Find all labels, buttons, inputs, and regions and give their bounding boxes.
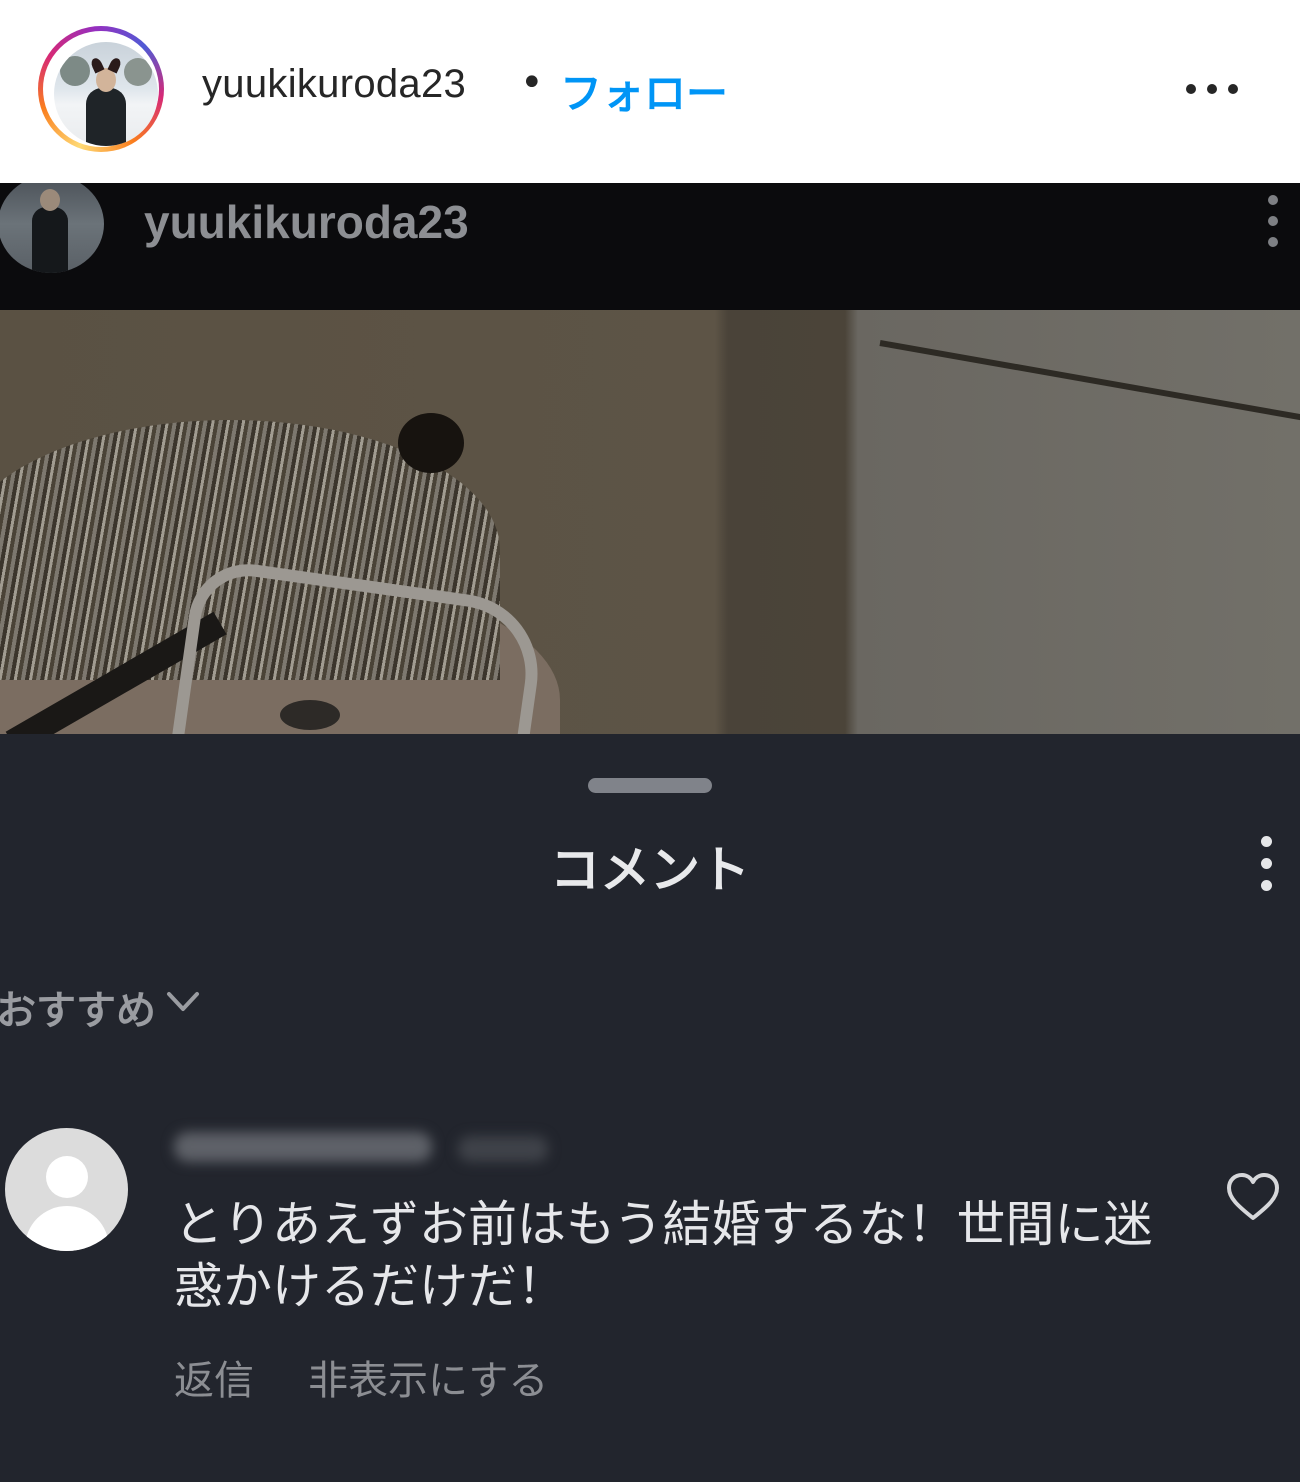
follow-button[interactable]: フォロー <box>560 60 728 121</box>
blurred-timestamp <box>458 1136 548 1162</box>
inner-avatar <box>0 183 104 273</box>
commenter-avatar[interactable] <box>5 1128 128 1251</box>
more-horizontal-icon[interactable] <box>1186 84 1238 96</box>
story-ring[interactable] <box>38 26 164 152</box>
chevron-down-icon[interactable] <box>166 990 200 1014</box>
sheet-title: コメント <box>550 841 750 899</box>
reply-button[interactable]: 返信 <box>174 1358 254 1404</box>
inner-username: yuukikuroda23 <box>144 196 469 248</box>
comments-sheet: コメント おすすめ とりあえずお前はもう結婚するな！世間に迷惑かけるだけだ！ 返… <box>0 734 1300 1482</box>
comment-text: とりあえずお前はもう結婚するな！世間に迷惑かけるだけだ！ <box>174 1196 1153 1315</box>
more-vertical-icon[interactable] <box>1258 836 1274 892</box>
post-image: yuukikuroda23 コメント おすすめ とりあえずお前はもう結婚するな！… <box>0 183 1300 1482</box>
inner-app-bar: yuukikuroda23 <box>0 183 1300 310</box>
avatar[interactable] <box>54 42 158 146</box>
comment-actions: 返信 非表示にする <box>174 1348 548 1406</box>
more-vertical-icon <box>1266 195 1280 251</box>
heart-icon[interactable] <box>1226 1172 1280 1222</box>
selfie-photo <box>0 310 1300 734</box>
separator-dot: • <box>520 60 544 106</box>
username-link[interactable]: yuukikuroda23 <box>202 62 466 107</box>
hide-button[interactable]: 非表示にする <box>308 1358 548 1404</box>
sort-dropdown[interactable]: おすすめ <box>0 978 156 1036</box>
blurred-commenter-name <box>174 1132 432 1162</box>
post-header: yuukikuroda23 • フォロー <box>0 0 1300 183</box>
drag-handle[interactable] <box>588 778 712 793</box>
